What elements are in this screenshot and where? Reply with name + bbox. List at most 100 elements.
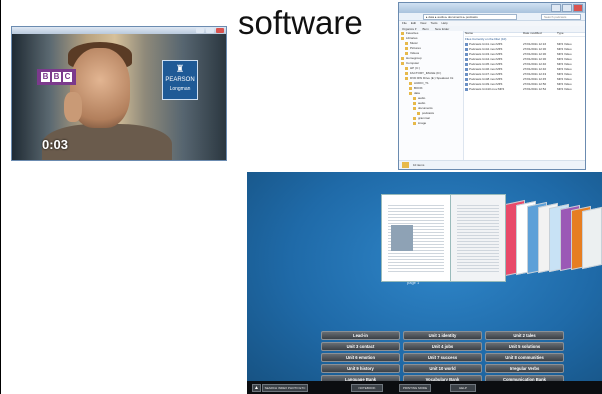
- nav-item-label: image: [418, 121, 427, 125]
- address-bar: ▸ data ▸ audio ▸ documents ▸ podcasts Se…: [399, 13, 585, 21]
- file-date: 27/01/2011 12:52: [523, 87, 547, 91]
- pearson-emblem-icon: ♜: [175, 64, 185, 75]
- pearson-longman-logo: ♜ PEARSON Longman: [162, 60, 198, 100]
- toolbar-button[interactable]: PRINTING MODE: [399, 384, 431, 392]
- page-thumbnail[interactable]: [450, 194, 506, 282]
- explorer-title-bar: [399, 3, 585, 13]
- folder-icon: [401, 61, 404, 65]
- nav-item-label: podcasts: [422, 111, 435, 115]
- video-file-icon: [465, 72, 468, 76]
- bottom-toolbar: ▲ ▲ SEARCH INDEX PHOTO ETCNOTEBOOKPRINTI…: [247, 381, 602, 394]
- video-file-icon: [465, 47, 468, 51]
- video-file-icon: [465, 77, 468, 81]
- nav-item-label: DVD RW Drive (E:) Speakout Int: [410, 76, 454, 80]
- nav-item-label: documents: [418, 106, 433, 110]
- nav-item-label: FACTORY_IMAGE (D:): [410, 71, 442, 75]
- folder-icon: [409, 81, 412, 85]
- folder-icon: [413, 116, 416, 120]
- left-border: [0, 0, 1, 394]
- file-explorer-window[interactable]: ▸ data ▸ audio ▸ documents ▸ podcasts Se…: [398, 2, 586, 170]
- nav-item-label: data: [414, 91, 420, 95]
- unit-button[interactable]: Unit 4 jobs: [403, 342, 482, 351]
- close-icon[interactable]: [216, 28, 224, 33]
- file-list: Name Date modified Type Files Currently …: [465, 31, 585, 161]
- nav-item-label: Music: [410, 41, 418, 45]
- nav-item-label: Libraries: [406, 36, 418, 40]
- nav-item[interactable]: image: [399, 121, 463, 126]
- folder-icon: [409, 91, 412, 95]
- folder-icon: [405, 76, 408, 80]
- nav-item-label: BOOK: [414, 86, 423, 90]
- nav-item-label: Videos: [410, 51, 420, 55]
- folder-icon: [402, 162, 409, 168]
- file-type: MP4 Video: [557, 87, 572, 91]
- unit-button[interactable]: Unit 5 solutions: [485, 342, 564, 351]
- unit-button[interactable]: Unit 9 history: [321, 364, 400, 373]
- video-file-icon: [465, 57, 468, 61]
- video-file-icon: [465, 62, 468, 66]
- folder-icon: [413, 96, 416, 100]
- folder-icon: [401, 56, 404, 60]
- unit-button[interactable]: Lead-in: [321, 331, 400, 340]
- toolbar-button[interactable]: SEARCH INDEX PHOTO ETC: [262, 384, 308, 392]
- unit-button[interactable]: Unit 1 identity: [403, 331, 482, 340]
- video-file-icon: [465, 82, 468, 86]
- nav-item-label: grammar: [418, 116, 431, 120]
- folder-icon: [405, 51, 408, 55]
- folder-icon: [413, 106, 416, 110]
- status-bar: 10 items: [399, 160, 585, 169]
- unit-menu: Lead-in Unit 1 identity Unit 2 tales Unit 3…: [321, 331, 564, 384]
- item-count: 10 items: [413, 163, 425, 167]
- minimize-icon[interactable]: [196, 28, 204, 33]
- toolbar-button[interactable]: HELP: [450, 384, 476, 392]
- unit-button[interactable]: Unit 8 communities: [485, 353, 564, 362]
- nav-item-label: audio: [418, 101, 426, 105]
- nav-item-label: AUDIO_T1: [414, 81, 429, 85]
- arrow-up-icon[interactable]: ▲: [252, 384, 261, 392]
- bbc-letter: C: [63, 72, 72, 82]
- phone-hand: [64, 92, 82, 122]
- video-file-icon: [465, 67, 468, 71]
- folder-icon: [413, 101, 416, 105]
- search-input[interactable]: Search podcasts: [541, 14, 581, 20]
- page-thumbnail[interactable]: [582, 206, 602, 270]
- close-icon[interactable]: [573, 4, 583, 12]
- column-header-name[interactable]: Name: [465, 31, 523, 36]
- page-label: page 1: [407, 280, 420, 285]
- video-frame: B B C ♜ PEARSON Longman 0:03: [12, 34, 226, 160]
- folder-icon: [409, 86, 412, 90]
- unit-button[interactable]: Irregular Verbs: [485, 364, 564, 373]
- nav-item-label: Favorites: [406, 31, 419, 35]
- column-header-type[interactable]: Type: [557, 31, 581, 36]
- video-timecode: 0:03: [42, 137, 69, 152]
- unit-button[interactable]: Unit 7 success: [403, 353, 482, 362]
- folder-icon: [417, 111, 420, 115]
- address-path[interactable]: ▸ data ▸ audio ▸ documents ▸ podcasts: [423, 14, 517, 20]
- unit-button[interactable]: Unit 2 tales: [485, 331, 564, 340]
- nav-item-label: audio: [418, 96, 426, 100]
- folder-icon: [405, 71, 408, 75]
- nav-item-label: Pictures: [410, 46, 421, 50]
- unit-button[interactable]: Unit 6 emotion: [321, 353, 400, 362]
- folder-icon: [401, 36, 404, 40]
- maximize-icon[interactable]: [206, 28, 214, 33]
- publisher-imprint: Longman: [169, 86, 191, 92]
- unit-button[interactable]: Unit 3 contact: [321, 342, 400, 351]
- publisher-name: PEARSON: [165, 77, 195, 83]
- folder-icon: [405, 66, 408, 70]
- maximize-icon[interactable]: [562, 4, 572, 12]
- bbc-logo: B B C: [37, 69, 76, 85]
- column-header-date[interactable]: Date modified: [523, 31, 557, 36]
- video-title-bar: [12, 27, 226, 34]
- page-heading: software: [238, 4, 363, 41]
- unit-button[interactable]: Unit 10 world: [403, 364, 482, 373]
- folder-icon: [413, 121, 416, 125]
- page-thumbnail[interactable]: [381, 194, 451, 282]
- file-row[interactable]: Podcasts Unit10.mov.MP4 27/01/2011 12:52 M…: [465, 87, 585, 92]
- folder-icon: [401, 31, 404, 35]
- toolbar-button[interactable]: NOTEBOOK: [351, 384, 383, 392]
- video-player[interactable]: B B C ♜ PEARSON Longman 0:03: [11, 26, 227, 161]
- minimize-icon[interactable]: [551, 4, 561, 12]
- folder-icon: [405, 41, 408, 45]
- video-file-icon: [465, 52, 468, 56]
